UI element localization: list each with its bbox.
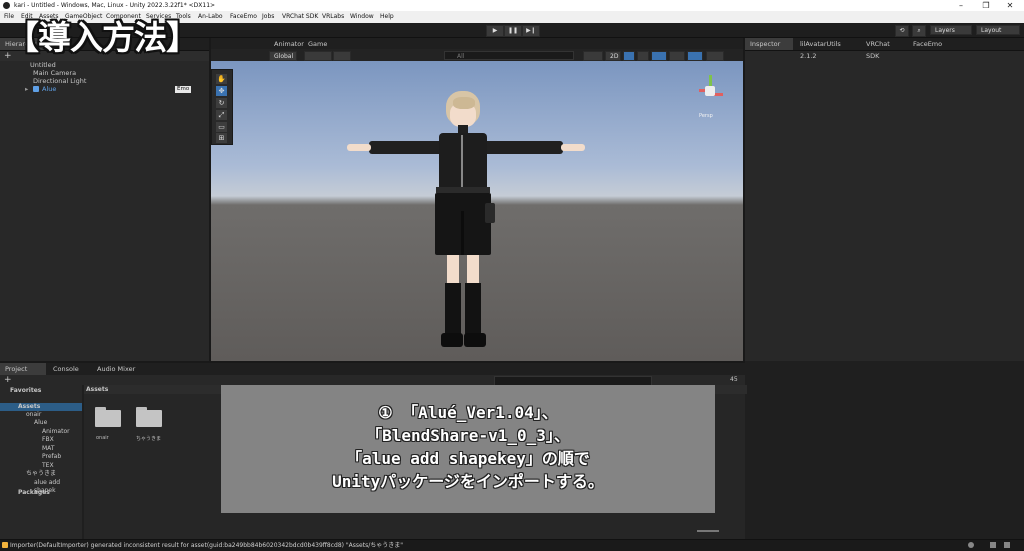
unity-logo-icon	[3, 2, 10, 9]
mode-2d-button[interactable]: 2D	[605, 51, 621, 61]
tab-audio-mixer[interactable]: Audio Mixer	[92, 363, 148, 375]
tab-inspector[interactable]: Inspector	[745, 38, 793, 50]
folder-onair-icon[interactable]	[95, 407, 121, 427]
scene-search-input[interactable]: All	[444, 51, 574, 60]
instruction-line-1: ① 「Alué_Ver1.04」、	[378, 403, 558, 422]
tree-item-onair[interactable]: onair	[26, 411, 41, 419]
hierarchy-item-label: Alue	[42, 85, 57, 93]
tree-item-prefab[interactable]: Prefab	[42, 453, 61, 461]
emo-badge[interactable]: Emo	[175, 86, 192, 93]
snap-increment-dropdown[interactable]	[333, 51, 351, 61]
search-icon[interactable]: ⌕	[912, 25, 926, 37]
instruction-line-2: 「BlendShare-v1_0_3」、	[366, 426, 570, 445]
maximize-button[interactable]: ❐	[975, 0, 997, 11]
menu-window[interactable]: Window	[350, 11, 374, 23]
favorites-label[interactable]: Favorites	[10, 387, 41, 395]
hierarchy-item-label: Directional Light	[33, 77, 87, 85]
hierarchy-item-label: Main Camera	[33, 69, 77, 77]
scene-view[interactable]: ✋ ✥ ↻ ⤢ ▭ ⊞ Persp	[211, 61, 743, 361]
folder-onair-label: onair	[96, 435, 109, 441]
status-icon-3	[1004, 542, 1010, 548]
status-message[interactable]: Importer(DefaultImporter) generated inco…	[10, 540, 403, 551]
inspector-panel: Inspector lilAvatarUtils 2.1.2 VRChat SD…	[745, 38, 1024, 361]
tree-item-chaukima[interactable]: ちゃうきま	[26, 470, 56, 478]
project-toolbar: + 45	[0, 375, 745, 386]
tab-vrchat-sdk[interactable]: VRChat SDK	[861, 38, 905, 60]
camera-settings-icon[interactable]	[687, 51, 703, 61]
history-icon[interactable]: ⟲	[895, 25, 909, 37]
layers-dropdown[interactable]: Layers	[930, 25, 972, 35]
step-button[interactable]: ▶❙	[522, 25, 540, 37]
tab-lilavatarutils[interactable]: lilAvatarUtils 2.1.2	[795, 38, 859, 60]
pause-button[interactable]: ❚❚	[504, 25, 522, 37]
menu-help[interactable]: Help	[380, 11, 394, 23]
warning-icon	[2, 542, 8, 548]
folder-chaukima-icon[interactable]	[136, 407, 162, 427]
tree-item-fbx[interactable]: FBX	[42, 436, 54, 444]
status-icon-2	[990, 542, 996, 548]
inspector-lower	[745, 361, 1024, 539]
inspector-tabbar: Inspector lilAvatarUtils 2.1.2 VRChat SD…	[745, 38, 1024, 60]
hidden-objects-icon[interactable]	[669, 51, 685, 61]
tab-project[interactable]: Project	[0, 363, 46, 375]
draw-mode-dropdown[interactable]	[583, 51, 603, 61]
hierarchy-panel: Hierarchy + Untitled Main Camera Directi…	[0, 38, 209, 361]
lighting-icon[interactable]	[623, 51, 635, 61]
instruction-line-3: 「alue add shapekey」の順で	[346, 449, 590, 468]
effects-icon[interactable]	[651, 51, 667, 61]
expand-arrow-icon[interactable]: ▸	[25, 85, 28, 94]
title-bar: kari - Untitled - Windows, Mac, Linux - …	[0, 0, 1024, 11]
tree-item-packages[interactable]: Packages	[18, 489, 50, 497]
layout-dropdown[interactable]: Layout	[976, 25, 1020, 35]
play-button[interactable]: ▶	[486, 25, 504, 37]
tab-faceemo[interactable]: FaceEmo	[908, 38, 946, 50]
tree-item-assets[interactable]: Assets	[0, 403, 82, 411]
close-button[interactable]: ✕	[999, 0, 1021, 11]
asset-count: 45	[730, 376, 738, 383]
prefab-icon	[33, 86, 39, 92]
tree-item-alue[interactable]: Alue	[34, 419, 47, 427]
scene-toolbar: Global All 2D	[211, 49, 743, 61]
project-tree: Favorites Assets onair Alue Animator FBX…	[0, 385, 82, 539]
tab-console[interactable]: Console	[48, 363, 88, 375]
avatar-model[interactable]	[211, 61, 743, 361]
tree-item-alue-add-shapekey[interactable]: alue add shapek	[34, 479, 82, 494]
status-bar: Importer(DefaultImporter) generated inco…	[0, 539, 1024, 551]
grid-snap-dropdown[interactable]	[304, 51, 332, 61]
hierarchy-item-alue[interactable]: ▸ Alue Emo	[0, 85, 233, 94]
instruction-overlay: ① 「Alué_Ver1.04」、 「BlendShare-v1_0_3」、 「…	[221, 385, 715, 513]
tree-item-tex[interactable]: TEX	[42, 462, 54, 470]
minimize-button[interactable]: –	[950, 0, 972, 11]
instruction-line-4: Unityパッケージをインポートする。	[332, 472, 604, 491]
zoom-slider[interactable]	[697, 530, 719, 532]
audio-icon[interactable]	[637, 51, 649, 61]
tree-item-mat[interactable]: MAT	[42, 445, 54, 453]
project-add-button[interactable]: +	[4, 375, 12, 385]
gizmos-icon[interactable]	[706, 51, 724, 61]
menu-vrlabs[interactable]: VRLabs	[322, 11, 344, 23]
headline-title: 【導入方法】	[6, 18, 199, 57]
window-title: kari - Untitled - Windows, Mac, Linux - …	[14, 2, 216, 9]
folder-chaukima-label: ちゃうきま	[136, 436, 162, 442]
menu-vrchat-sdk[interactable]: VRChat SDK	[282, 11, 318, 23]
tree-item-animator[interactable]: Animator	[42, 428, 70, 436]
scene-name: Untitled	[30, 61, 56, 69]
status-spinner-icon	[968, 542, 974, 548]
